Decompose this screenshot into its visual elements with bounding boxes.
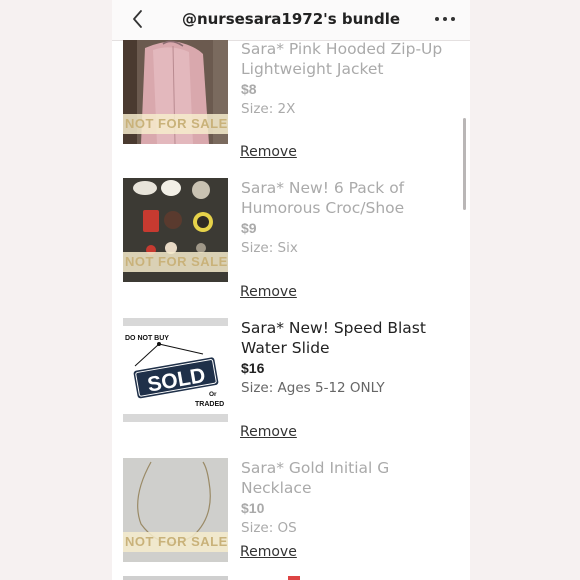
item-name-line1: Sara* Gold Initial G Necklace — [241, 459, 390, 497]
item-price: $10 — [241, 500, 265, 516]
page-title: @nursesara1972's bundle — [181, 10, 401, 28]
next-item-peek — [288, 576, 300, 580]
item-thumbnail[interactable]: NOT FOR SALE — [123, 178, 228, 282]
item-info: Sara* New! 6 Pack of Humorous Croc/Shoe … — [241, 178, 462, 258]
sold-sign-image: DO NOT BUY SOLD Or TRADED — [125, 335, 224, 408]
sign-or-text: Or — [209, 391, 217, 398]
item-size: Size: Ages 5-12 ONLY — [241, 380, 385, 396]
item-info: Sara* Pink Hooded Zip-Up Lightweight Jac… — [241, 39, 462, 119]
more-horizontal-icon[interactable] — [434, 12, 456, 26]
remove-link[interactable]: Remove — [240, 144, 297, 160]
item-price: $16 — [241, 360, 265, 376]
remove-link[interactable]: Remove — [240, 544, 297, 560]
item-name-line1: Sara* New! 6 Pack of — [241, 179, 405, 197]
item-name-line2: Humorous Croc/Shoe — [241, 199, 405, 217]
item-info: Sara* Gold Initial G Necklace $10 Size: … — [241, 458, 462, 538]
item-name-line2: Water Slide — [241, 339, 330, 357]
item-name-line1: Sara* New! Speed Blast — [241, 319, 426, 337]
not-for-sale-badge: NOT FOR SALE — [123, 114, 228, 134]
scrollbar[interactable] — [463, 118, 466, 210]
remove-link[interactable]: Remove — [240, 424, 297, 440]
item-price: $9 — [241, 220, 257, 236]
sign-traded-text: TRADED — [195, 401, 224, 408]
sign-top-text: DO NOT BUY — [125, 335, 169, 342]
item-thumbnail[interactable]: NOT FOR SALE — [123, 458, 228, 562]
item-size: Size: 2X — [241, 101, 296, 117]
bundle-screen: @nursesara1972's bundle NOT FOR SALE Sar… — [112, 0, 470, 580]
top-bar: @nursesara1972's bundle — [112, 0, 470, 41]
item-name-line2: Lightweight Jacket — [241, 60, 384, 78]
item-thumbnail[interactable]: DO NOT BUY SOLD Or TRADED — [123, 318, 228, 422]
item-size: Size: Six — [241, 240, 298, 256]
right-background — [470, 0, 580, 580]
item-price: $8 — [241, 81, 257, 97]
not-for-sale-badge: NOT FOR SALE — [123, 252, 228, 272]
item-name-line1: Sara* Pink Hooded Zip-Up — [241, 40, 443, 58]
not-for-sale-badge: NOT FOR SALE — [123, 532, 228, 552]
next-item-thumbnail — [123, 576, 228, 580]
item-info: Sara* New! Speed Blast Water Slide $16 S… — [241, 318, 462, 398]
remove-link[interactable]: Remove — [240, 284, 297, 300]
left-background — [0, 0, 112, 580]
item-thumbnail[interactable]: NOT FOR SALE — [123, 40, 228, 144]
item-size: Size: OS — [241, 520, 297, 536]
